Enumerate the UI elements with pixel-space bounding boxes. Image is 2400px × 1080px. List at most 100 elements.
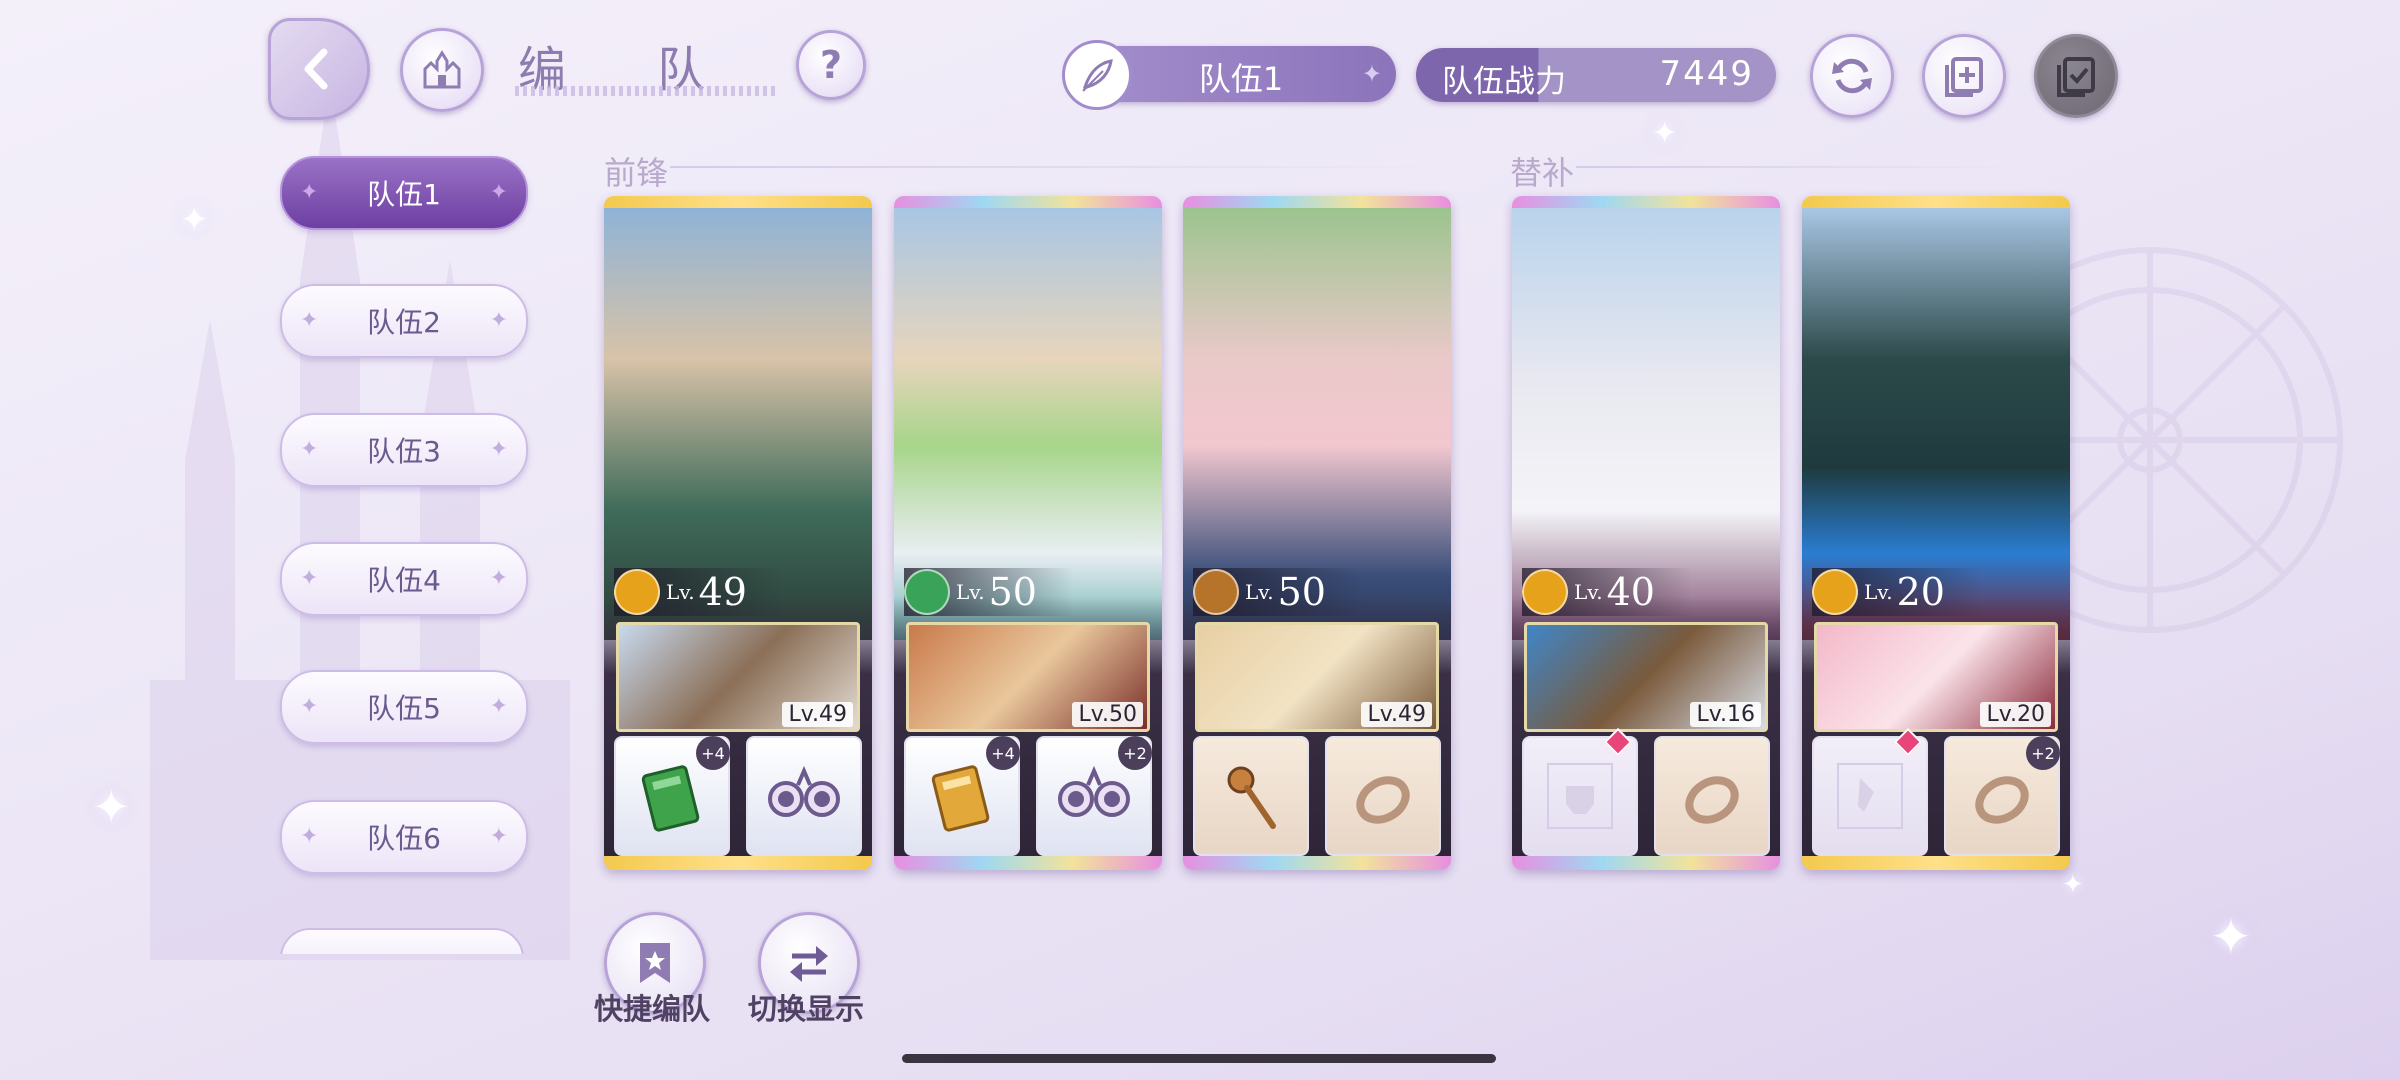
switch-display-label: 切换显示 (747, 992, 864, 1026)
card-frame-top (1802, 196, 2070, 208)
diamond-icon: ✦ (489, 180, 508, 205)
team-tab-label: 队伍6 (367, 822, 441, 855)
question-icon: ? (819, 43, 843, 87)
diamond-icon: ✦ (489, 308, 508, 333)
card-frame-top (894, 196, 1162, 208)
castle-icon (423, 50, 461, 89)
section-divider (670, 166, 1450, 168)
diamond-icon: ✦ (489, 566, 508, 591)
card-frame-bottom (1183, 856, 1451, 870)
support-card[interactable]: Lv.49 (1195, 622, 1439, 732)
help-button[interactable]: ? (796, 30, 866, 100)
team-tab-label: 队伍5 (367, 692, 441, 725)
card-frame-top (1512, 196, 1780, 208)
swap-arrows-icon (790, 946, 828, 982)
team-tab-label: 队伍2 (367, 306, 441, 339)
equipment-slot-1[interactable] (1522, 727, 1638, 856)
character-card-5[interactable]: Lv. 20 Lv.20 +2 (1802, 196, 2070, 870)
sparkle-decoration: ✦ (180, 200, 209, 240)
class-badge-icon (1812, 569, 1858, 615)
support-card-level: Lv.20 (1980, 702, 2051, 727)
team-power-label: 队伍战力 (1442, 64, 1566, 100)
support-card-level: Lv.50 (1072, 702, 1143, 727)
checklist-icon (2057, 57, 2095, 97)
support-card[interactable]: Lv.50 (906, 622, 1150, 732)
character-level: 50 (1277, 570, 1326, 614)
support-card[interactable]: Lv.20 (1814, 622, 2058, 732)
team-selector-label: 队伍1 (1198, 60, 1284, 98)
empty-pen-icon (1814, 738, 1926, 854)
class-badge-icon (614, 569, 660, 615)
home-indicator (902, 1054, 1496, 1063)
card-frame-top (604, 196, 872, 208)
team-selector[interactable]: 队伍1 ✦ (1062, 40, 1396, 110)
team-tab-2[interactable]: ✦ 队伍2 ✦ (280, 284, 528, 358)
section-label-sub: 替补 (1510, 154, 1575, 192)
title-decoration (515, 86, 777, 96)
character-level-tag: Lv. 50 (904, 568, 1074, 616)
team-tab-6[interactable]: ✦ 队伍6 ✦ (280, 800, 528, 874)
equipment-slot-1[interactable]: +4 (904, 736, 1020, 856)
support-card-level: Lv.49 (1361, 702, 1432, 727)
character-card-1[interactable]: Lv. 49 Lv.49 +4 (604, 196, 872, 870)
back-arrow-icon (304, 48, 328, 90)
upgrade-badge: +4 (696, 736, 730, 770)
confirm-team-button[interactable] (2034, 34, 2118, 118)
star-icon: ✦ (1361, 60, 1382, 88)
level-prefix: Lv. (666, 580, 695, 604)
equipment-slot-2[interactable]: +2 (1944, 736, 2060, 856)
diamond-icon: ✦ (300, 566, 319, 591)
diamond-icon: ✦ (489, 694, 508, 719)
class-badge-icon (1193, 569, 1239, 615)
character-level-tag: Lv. 50 (1193, 568, 1363, 616)
sparkle-decoration: ✦ (2062, 870, 2084, 900)
equipment-slot-2[interactable] (1654, 736, 1770, 856)
equipment-slot-2[interactable] (1325, 736, 1441, 856)
home-button[interactable] (400, 28, 484, 112)
upgrade-badge: +4 (986, 736, 1020, 770)
support-card[interactable]: Lv.49 (616, 622, 860, 732)
diamond-icon: ✦ (489, 824, 508, 849)
team-tab-1[interactable]: ✦ 队伍1 ✦ (280, 156, 528, 230)
refresh-button[interactable] (1810, 34, 1894, 118)
support-card-level: Lv.49 (782, 702, 853, 727)
equipment-slot-1[interactable]: +4 (614, 736, 730, 856)
team-tab-5[interactable]: ✦ 队伍5 ✦ (280, 670, 528, 744)
section-label-front: 前锋 (604, 154, 669, 192)
ring-icon (1327, 738, 1439, 854)
add-copy-icon (1945, 57, 1983, 97)
character-card-2[interactable]: Lv. 50 Lv.50 +4 +2 (894, 196, 1162, 870)
team-tab-4[interactable]: ✦ 队伍4 ✦ (280, 542, 528, 616)
ring-icon (1656, 738, 1768, 854)
character-level: 20 (1896, 570, 1945, 614)
level-prefix: Lv. (1574, 580, 1603, 604)
add-team-button[interactable] (1922, 34, 2006, 118)
equipment-slot-1[interactable] (1812, 727, 1928, 856)
diamond-icon: ✦ (300, 180, 319, 205)
character-card-3[interactable]: Lv. 50 Lv.49 (1183, 196, 1451, 870)
sparkle-decoration: ✦ (1652, 116, 1678, 151)
diamond-icon: ✦ (300, 308, 319, 333)
character-level-tag: Lv. 40 (1522, 568, 1692, 616)
team-tab-7-partial[interactable] (280, 928, 524, 954)
team-tab-3[interactable]: ✦ 队伍3 ✦ (280, 413, 528, 487)
back-button[interactable] (268, 18, 370, 120)
support-card[interactable]: Lv.16 (1524, 622, 1768, 732)
character-card-4[interactable]: Lv. 40 Lv.16 (1512, 196, 1780, 870)
character-level-tag: Lv. 49 (614, 568, 784, 616)
diamond-icon: ✦ (300, 824, 319, 849)
equipment-slot-2[interactable] (746, 736, 862, 856)
diamond-icon: ✦ (489, 437, 508, 462)
character-level: 49 (698, 570, 747, 614)
character-level: 40 (1606, 570, 1655, 614)
feather-icon (1062, 40, 1132, 110)
refresh-icon (1832, 58, 1872, 94)
card-frame-top (1183, 196, 1451, 208)
equipment-slot-2[interactable]: +2 (1036, 736, 1152, 856)
sparkle-decoration: ✦ (2210, 908, 2252, 966)
goggles-icon (748, 738, 860, 854)
key-staff-icon (1195, 738, 1307, 854)
equipment-slot-1[interactable] (1193, 736, 1309, 856)
card-frame-bottom (604, 856, 872, 870)
team-tab-label: 队伍4 (367, 564, 441, 597)
